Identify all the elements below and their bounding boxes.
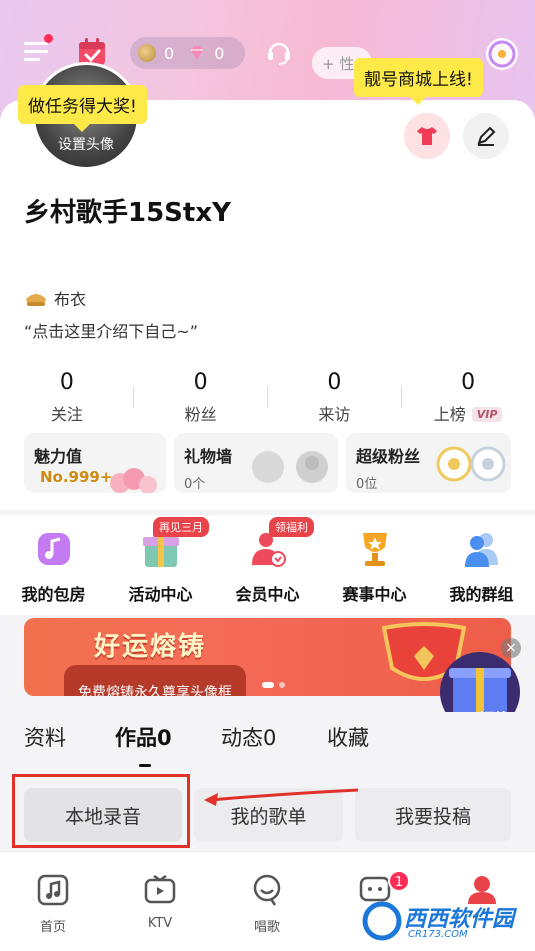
coin-count: 0: [164, 43, 175, 63]
stat-fans[interactable]: 0 粉丝: [134, 370, 268, 430]
charm-title-text: 魅力值: [34, 447, 83, 466]
tab-info[interactable]: 资料: [24, 722, 66, 752]
page-dot: [279, 682, 285, 688]
shop-button[interactable]: [404, 113, 450, 159]
submit-button[interactable]: 我要投稿: [355, 788, 511, 842]
contest-center-button[interactable]: 赛事中心: [321, 515, 428, 605]
coin-icon: [138, 44, 156, 62]
stat-label-text: 上榜: [433, 405, 466, 424]
bio-text[interactable]: “点击这里介绍下自己~”: [24, 318, 198, 342]
stat-value: 0: [193, 370, 208, 395]
feature-tag: 领福利: [269, 517, 314, 537]
edit-profile-button[interactable]: [463, 113, 509, 159]
vip-center-button[interactable]: 领福利 会员中心: [214, 515, 321, 605]
page-dot-active: [262, 682, 274, 688]
gift-icons: [252, 451, 328, 483]
shop-tooltip[interactable]: 靓号商城上线!: [354, 58, 483, 105]
watermark: 西西软件园 CR173.COM: [362, 897, 532, 947]
watermark-logo-icon: [362, 901, 402, 941]
feature-label: 我的群组: [449, 585, 514, 604]
diamond-icon: [191, 46, 204, 60]
stat-following[interactable]: 0 关注: [0, 370, 134, 430]
nav-label: 唱歌: [253, 920, 280, 935]
headset-icon[interactable]: [265, 38, 293, 66]
active-tab-indicator: [139, 764, 151, 767]
feature-tag: 再见三月: [153, 517, 209, 537]
charm-box[interactable]: 魅力值No.999+ 0: [24, 433, 166, 493]
banner-title: 好运熔铸: [94, 632, 207, 662]
rank-badge-icon: [26, 294, 46, 306]
tab-favorites[interactable]: 收藏: [327, 722, 369, 752]
stat-label: 粉丝: [184, 405, 217, 424]
music-note-icon: [37, 874, 69, 906]
pencil-icon: [477, 126, 496, 146]
nav-sing[interactable]: 唱歌: [237, 872, 297, 935]
rank-row[interactable]: 布衣: [24, 286, 86, 310]
arrow-annotation-icon: [204, 788, 359, 806]
feature-label: 活动中心: [128, 585, 193, 604]
feature-label: 会员中心: [235, 585, 300, 604]
banner-subtitle: 免费熔铸永久尊享头像框: [64, 665, 246, 696]
task-tooltip[interactable]: 做任务得大奖!: [18, 85, 147, 132]
nav-label: KTV: [147, 916, 173, 931]
stat-rankings[interactable]: 0 上榜 VIP: [401, 370, 535, 430]
avatar-label[interactable]: 设置头像: [32, 134, 140, 154]
message-badge: 1: [388, 870, 410, 892]
divider: [401, 386, 402, 408]
microphone-icon: [253, 874, 281, 906]
stat-value: 0: [461, 370, 476, 395]
highlight-box: [12, 774, 190, 848]
profile-tabs: 资料 作品0 动态0 收藏: [0, 712, 535, 772]
shirt-icon: [417, 127, 437, 145]
nav-label: 首页: [39, 920, 66, 935]
my-room-button[interactable]: 我的包房: [0, 515, 107, 605]
stat-label: 上榜 VIP: [401, 401, 535, 425]
feature-grid: 我的包房 再见三月 活动中心 领福利 会员中心 赛事中心 我的群组: [0, 515, 535, 615]
nav-home[interactable]: 首页: [23, 872, 83, 935]
stat-label: 来访: [318, 405, 351, 424]
username: 乡村歌手15StxY: [24, 198, 231, 228]
music-room-icon: [37, 533, 70, 565]
tab-works[interactable]: 作品0: [115, 722, 172, 752]
super-fans-box[interactable]: 超级粉丝 0位: [346, 433, 511, 493]
stat-value: 0: [59, 370, 74, 395]
my-groups-button[interactable]: 我的群组: [428, 515, 535, 605]
nav-ktv[interactable]: KTV: [130, 872, 190, 931]
activity-center-button[interactable]: 再见三月 活动中心: [107, 515, 214, 605]
feature-label: 我的包房: [21, 585, 86, 604]
notification-dot: [44, 34, 53, 43]
feature-label: 赛事中心: [342, 585, 407, 604]
banner-pagination: [262, 682, 290, 688]
stat-value: 0: [327, 370, 342, 395]
stats-row: 0 关注 0 粉丝 0 来访 0 上榜 VIP: [0, 370, 535, 430]
tv-icon: [144, 874, 176, 904]
gem-count: 0: [214, 43, 225, 63]
trophy-icon: [362, 533, 387, 566]
watermark-sub: CR173.COM: [408, 929, 468, 940]
rank-label: 布衣: [54, 290, 87, 309]
gift-wall-box[interactable]: 礼物墙 0个: [174, 433, 338, 493]
vip-tag: VIP: [471, 407, 503, 422]
tab-posts[interactable]: 动态0: [221, 722, 276, 752]
fan-badges: [436, 446, 506, 482]
stat-visitors[interactable]: 0 来访: [268, 370, 402, 430]
flower-icon: [110, 468, 157, 493]
group-icon: [464, 533, 498, 567]
stat-label: 关注: [50, 405, 83, 424]
divider: [267, 386, 268, 408]
music-disc-icon[interactable]: [484, 36, 520, 72]
divider: [133, 386, 134, 408]
currency-balance[interactable]: 0 0: [130, 37, 245, 69]
